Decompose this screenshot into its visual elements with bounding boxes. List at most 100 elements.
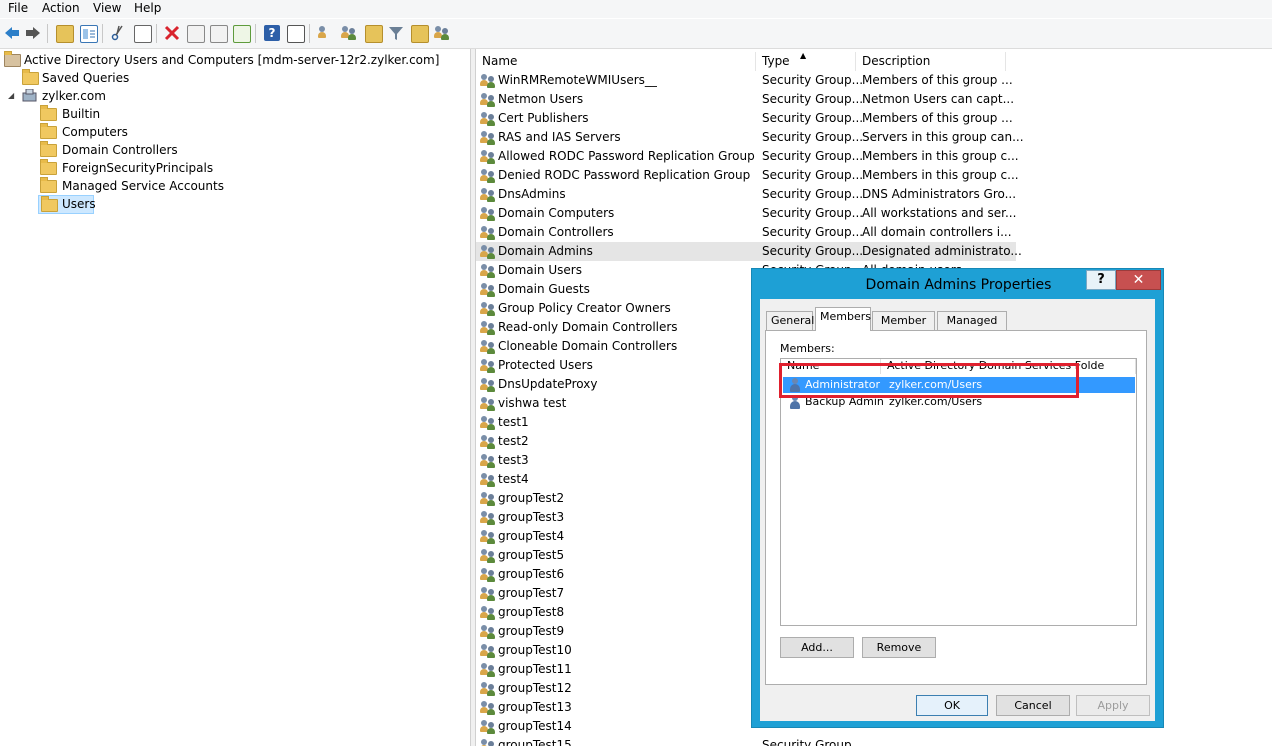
group-icon — [480, 738, 496, 746]
group-icon — [480, 586, 496, 601]
list-item-name: groupTest4 — [498, 529, 565, 543]
list-item[interactable]: Denied RODC Password Replication Group Se… — [476, 166, 1019, 185]
list-item[interactable]: groupTest15 Security Group... — [476, 736, 1016, 746]
cut-icon[interactable] — [110, 25, 126, 41]
toolbar: ? — [0, 19, 1272, 49]
group-icon — [480, 567, 496, 582]
list-item-type: Security Group... — [762, 92, 864, 106]
list-item-description: Servers in this group can... — [862, 130, 1024, 144]
dialog-help-button[interactable]: ? — [1086, 270, 1116, 290]
list-item-description: All domain controllers i... — [862, 225, 1012, 239]
highlight-annotation-box — [779, 363, 1079, 398]
list-item[interactable]: Netmon Users Security Group... Netmon User… — [476, 90, 1016, 109]
list-item-name: groupTest14 — [498, 719, 572, 733]
group-icon — [480, 168, 496, 183]
remove-button[interactable]: Remove — [862, 637, 936, 658]
folder-icon — [40, 105, 57, 121]
list-item-type: Security Group... — [762, 149, 864, 163]
add-button[interactable]: Add... — [780, 637, 854, 658]
list-item-name: Cloneable Domain Controllers — [498, 339, 678, 353]
group-icon — [480, 225, 496, 240]
list-item-name: Domain Controllers — [498, 225, 614, 239]
list-item[interactable]: Allowed RODC Password Replication Group S… — [476, 147, 1019, 166]
tree-item-users[interactable]: Users — [38, 195, 96, 214]
list-item[interactable]: Domain Admins Security Group... Designated… — [476, 242, 1022, 261]
console-icon[interactable] — [287, 25, 305, 43]
list-item-name: Read-only Domain Controllers — [498, 320, 678, 334]
group-icon — [480, 415, 496, 430]
list-item-name: Protected Users — [498, 358, 593, 372]
group-icon — [480, 548, 496, 563]
list-item-name: groupTest12 — [498, 681, 572, 695]
list-item-name: RAS and IAS Servers — [498, 130, 621, 144]
ok-button[interactable]: OK — [916, 695, 988, 716]
tab-member-of[interactable]: Member Of — [872, 311, 935, 345]
list-item[interactable]: Cert Publishers Security Group... Members … — [476, 109, 1016, 128]
list-item-description: DNS Administrators Gro... — [862, 187, 1017, 201]
new-ou-icon[interactable] — [365, 25, 383, 43]
list-item[interactable]: DnsAdmins Security Group... DNS Administra… — [476, 185, 1016, 204]
menu-action[interactable]: Action — [42, 1, 80, 15]
delete-icon[interactable] — [164, 25, 180, 41]
members-list[interactable]: Name Active Directory Domain Services Fo… — [780, 358, 1137, 626]
group-icon — [480, 719, 496, 734]
group-icon — [480, 700, 496, 715]
group-icon — [480, 510, 496, 525]
list-item[interactable]: RAS and IAS Servers Security Group... Serv… — [476, 128, 1024, 147]
menu-bar: File Action View Help — [0, 0, 1272, 18]
list-item-type: Security Group... — [762, 244, 864, 258]
back-arrow-icon[interactable] — [4, 25, 20, 41]
forward-arrow-icon[interactable] — [25, 25, 41, 41]
expand-triangle-icon[interactable]: ◢ — [8, 87, 14, 105]
properties-icon[interactable] — [187, 25, 205, 43]
members-label: Members: — [780, 342, 835, 355]
list-item-description: Designated administrato... — [862, 244, 1022, 258]
menu-help[interactable]: Help — [134, 1, 161, 15]
list-item[interactable]: Domain Controllers Security Group... All d… — [476, 223, 1016, 242]
new-group-icon[interactable] — [341, 25, 357, 41]
find-icon[interactable] — [411, 25, 429, 43]
toolbar-separator — [102, 24, 103, 43]
list-item-name: test1 — [498, 415, 529, 429]
column-header-type[interactable]: Type ▲ — [756, 51, 856, 71]
new-user-icon[interactable] — [318, 25, 334, 41]
group-icon — [480, 396, 496, 411]
menu-file[interactable]: File — [8, 1, 28, 15]
list-item-type: Security Group... — [762, 168, 864, 182]
list-item-name: WinRMRemoteWMIUsers__ — [498, 73, 657, 87]
list-item[interactable]: Domain Computers Security Group... All wor… — [476, 204, 1016, 223]
toolbar-separator — [255, 24, 256, 43]
clipboard-icon[interactable] — [134, 25, 152, 43]
console-tree: Active Directory Users and Computers [md… — [0, 49, 470, 746]
filter-icon[interactable] — [388, 25, 404, 41]
group-icon — [480, 434, 496, 449]
list-item-name: Domain Computers — [498, 206, 615, 220]
menu-view[interactable]: View — [93, 1, 121, 15]
list-item-description: Members of this group ... — [862, 111, 1013, 125]
tab-members[interactable]: Members — [815, 307, 871, 331]
group-icon — [480, 358, 496, 373]
export-list-icon[interactable] — [233, 25, 251, 43]
tree-item-label: Computers — [62, 125, 128, 139]
show-tree-icon[interactable] — [80, 25, 98, 43]
list-item-name: test2 — [498, 434, 529, 448]
group-icon — [480, 472, 496, 487]
group-icon — [480, 92, 496, 107]
up-folder-icon[interactable] — [56, 25, 74, 43]
dialog-close-button[interactable]: ✕ — [1116, 270, 1161, 290]
group-icon — [480, 624, 496, 639]
refresh-icon[interactable] — [210, 25, 228, 43]
group-icon — [480, 263, 496, 278]
add-to-group-icon[interactable] — [434, 25, 450, 41]
tab-general[interactable]: General — [766, 311, 814, 330]
column-header-description[interactable]: Description — [856, 52, 1006, 71]
list-item[interactable]: WinRMRemoteWMIUsers__ Security Group... Me… — [476, 71, 1016, 90]
tab-managed-by[interactable]: Managed By — [937, 311, 1007, 345]
group-icon — [480, 453, 496, 468]
list-item-name: groupTest2 — [498, 491, 565, 505]
column-header-name[interactable]: Name — [476, 52, 756, 71]
cancel-button[interactable]: Cancel — [996, 695, 1070, 716]
help-icon[interactable]: ? — [264, 25, 280, 41]
apply-button[interactable]: Apply — [1076, 695, 1150, 716]
group-icon — [480, 529, 496, 544]
